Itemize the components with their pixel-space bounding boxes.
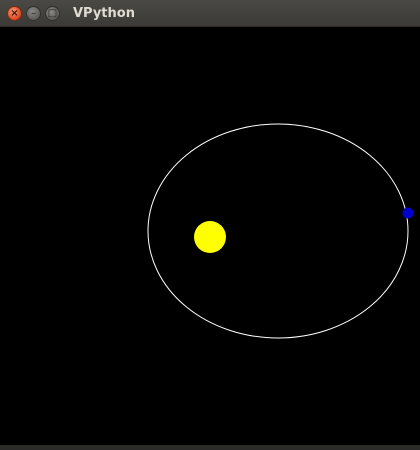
vpython-window: × – □ VPython <box>0 0 420 450</box>
window-title: VPython <box>73 6 135 21</box>
scene-canvas[interactable] <box>0 27 420 445</box>
title-bar[interactable]: × – □ VPython <box>0 0 420 27</box>
orbit-path <box>147 123 409 339</box>
sun <box>194 221 226 253</box>
window-controls: × – □ <box>7 6 60 21</box>
scene-svg <box>147 123 414 339</box>
planet <box>402 207 414 219</box>
bottom-strip <box>0 445 420 450</box>
close-icon[interactable]: × <box>7 6 22 21</box>
minimize-icon[interactable]: – <box>26 6 41 21</box>
maximize-icon[interactable]: □ <box>45 6 60 21</box>
